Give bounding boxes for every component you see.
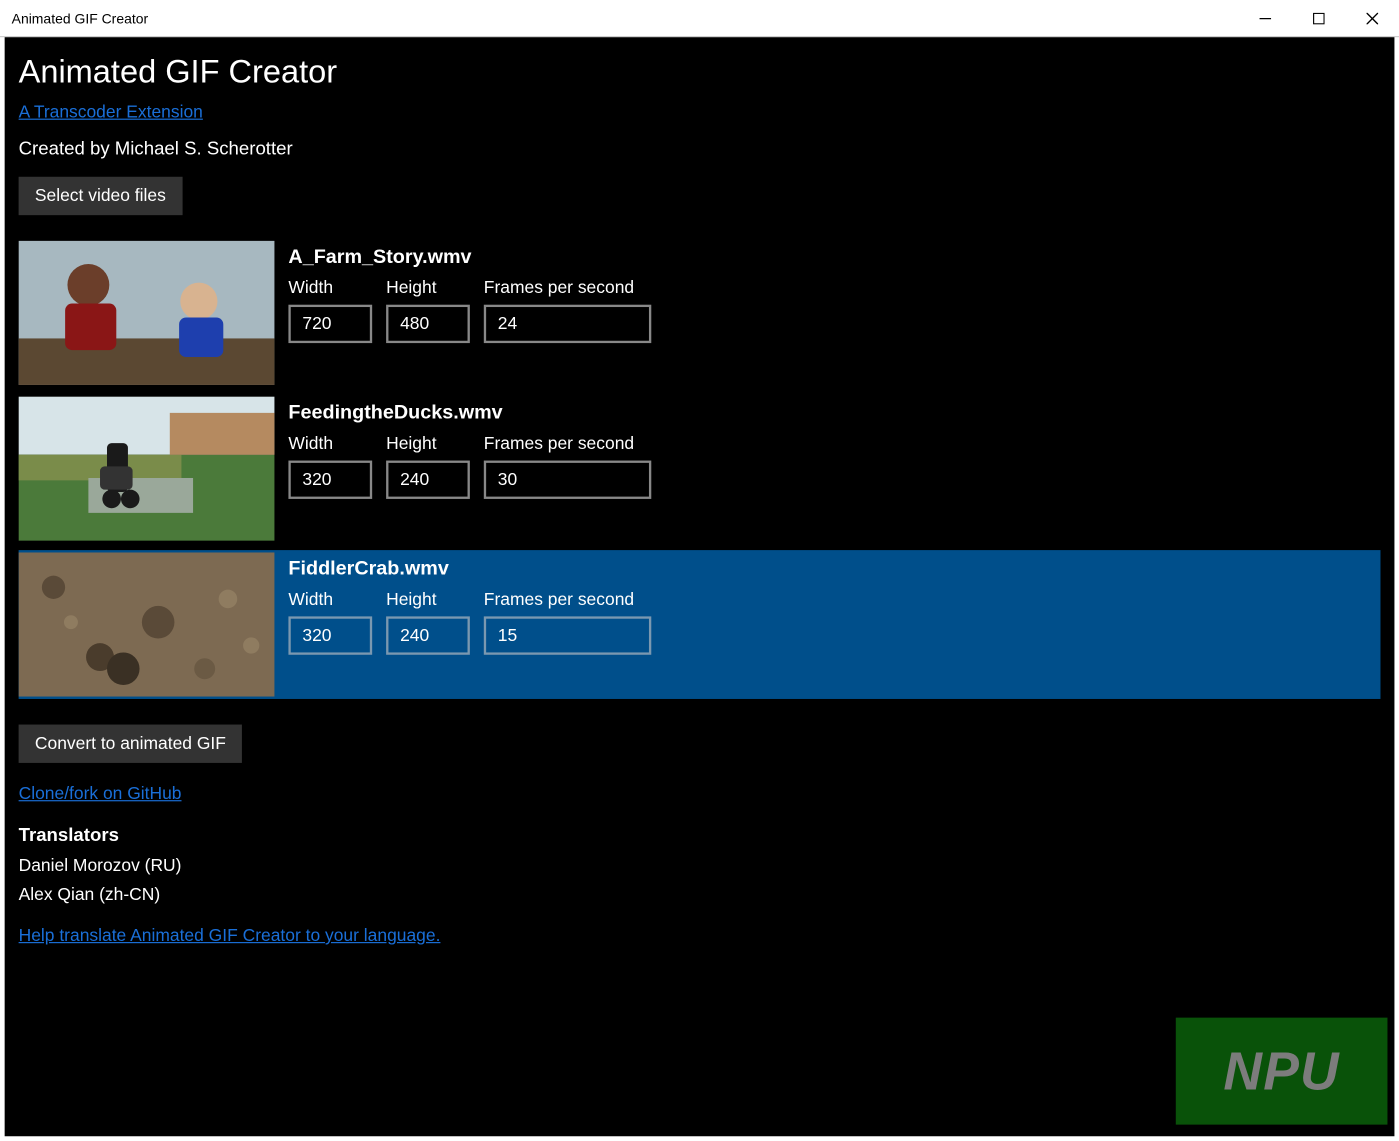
convert-button[interactable]: Convert to animated GIF (19, 725, 243, 763)
window-titlebar: Animated GIF Creator (0, 0, 1399, 37)
window-title: Animated GIF Creator (12, 10, 149, 26)
watermark-badge: NPU (1176, 1018, 1388, 1125)
video-filename: FeedingtheDucks.wmv (288, 401, 651, 424)
fps-label: Frames per second (484, 434, 651, 454)
app-client-area: Animated GIF Creator A Transcoder Extens… (5, 37, 1395, 1136)
width-label: Width (288, 278, 372, 298)
fps-label: Frames per second (484, 278, 651, 298)
width-input[interactable] (288, 616, 372, 654)
video-thumbnail (19, 397, 275, 541)
translator-entry: Alex Qian (zh-CN) (19, 885, 1381, 905)
height-label: Height (386, 434, 470, 454)
video-item[interactable]: A_Farm_Story.wmv Width Height Frames per… (19, 238, 1381, 387)
video-filename: FiddlerCrab.wmv (288, 557, 651, 580)
video-thumbnail (19, 241, 275, 385)
translators-heading: Translators (19, 826, 1381, 847)
created-by-text: Created by Michael S. Scherotter (19, 140, 1381, 161)
minimize-icon[interactable] (1239, 0, 1292, 37)
video-list: A_Farm_Story.wmv Width Height Frames per… (19, 238, 1381, 699)
width-label: Width (288, 590, 372, 610)
page-title: Animated GIF Creator (19, 53, 1381, 90)
video-item[interactable]: FiddlerCrab.wmv Width Height Frames per … (19, 550, 1381, 699)
maximize-icon[interactable] (1292, 0, 1345, 37)
video-filename: A_Farm_Story.wmv (288, 245, 651, 268)
height-input[interactable] (386, 616, 470, 654)
width-label: Width (288, 434, 372, 454)
height-label: Height (386, 590, 470, 610)
fps-input[interactable] (484, 305, 651, 343)
video-item[interactable]: FeedingtheDucks.wmv Width Height Frames … (19, 394, 1381, 543)
width-input[interactable] (288, 305, 372, 343)
video-thumbnail (19, 552, 275, 696)
width-input[interactable] (288, 461, 372, 499)
fps-input[interactable] (484, 616, 651, 654)
close-icon[interactable] (1346, 0, 1399, 37)
transcoder-extension-link[interactable]: A Transcoder Extension (19, 102, 203, 122)
height-input[interactable] (386, 305, 470, 343)
fps-label: Frames per second (484, 590, 651, 610)
help-translate-link[interactable]: Help translate Animated GIF Creator to y… (19, 926, 441, 946)
height-input[interactable] (386, 461, 470, 499)
fps-input[interactable] (484, 461, 651, 499)
select-video-files-button[interactable]: Select video files (19, 177, 182, 215)
github-link[interactable]: Clone/fork on GitHub (19, 784, 182, 804)
height-label: Height (386, 278, 470, 298)
translator-entry: Daniel Morozov (RU) (19, 856, 1381, 876)
